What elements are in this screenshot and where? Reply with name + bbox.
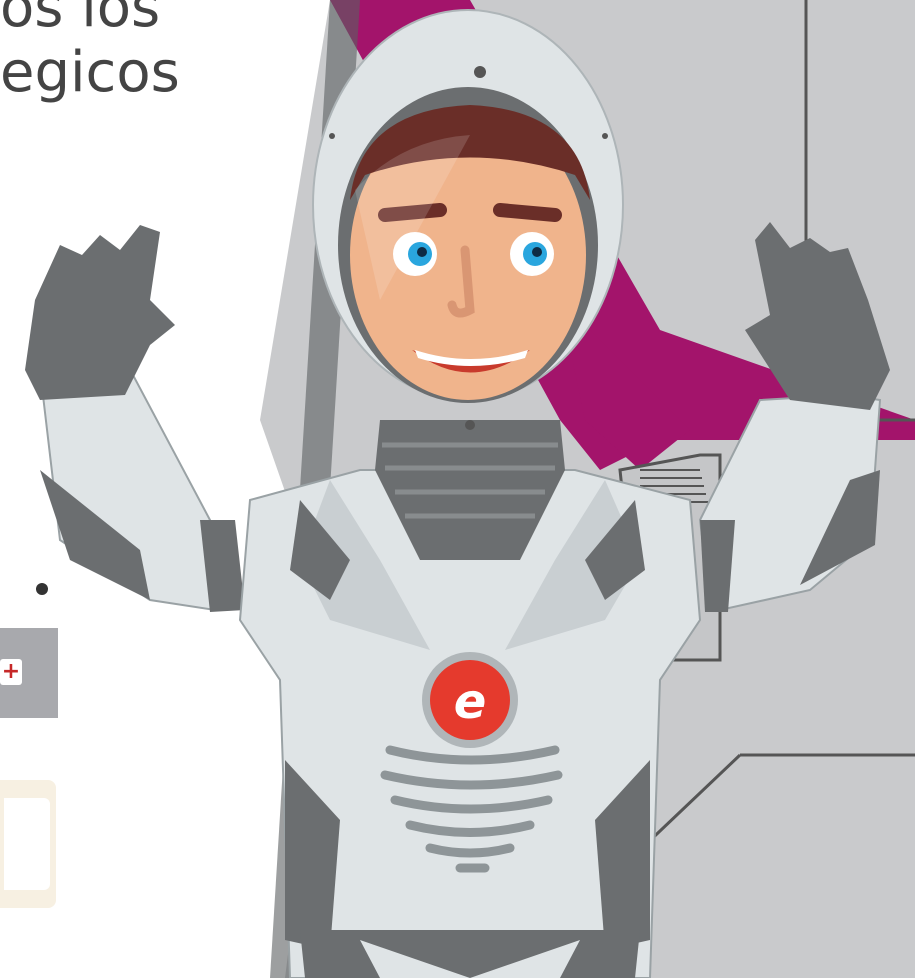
astronaut-illustration: e bbox=[25, 0, 915, 978]
heading-line-1: os los bbox=[0, 0, 161, 40]
side-widget: + bbox=[0, 628, 58, 718]
side-card-content bbox=[4, 798, 50, 890]
plus-icon: + bbox=[1, 659, 21, 684]
add-button[interactable]: + bbox=[0, 659, 22, 685]
e-logo-icon: e bbox=[422, 652, 518, 748]
heading-line-2: egicos bbox=[0, 40, 180, 105]
slide-canvas: e os los egicos + bbox=[0, 0, 915, 978]
astronaut-left-glove bbox=[25, 225, 175, 400]
bullet-marker bbox=[36, 583, 48, 595]
svg-text:e: e bbox=[454, 674, 487, 730]
side-card[interactable] bbox=[0, 780, 56, 908]
